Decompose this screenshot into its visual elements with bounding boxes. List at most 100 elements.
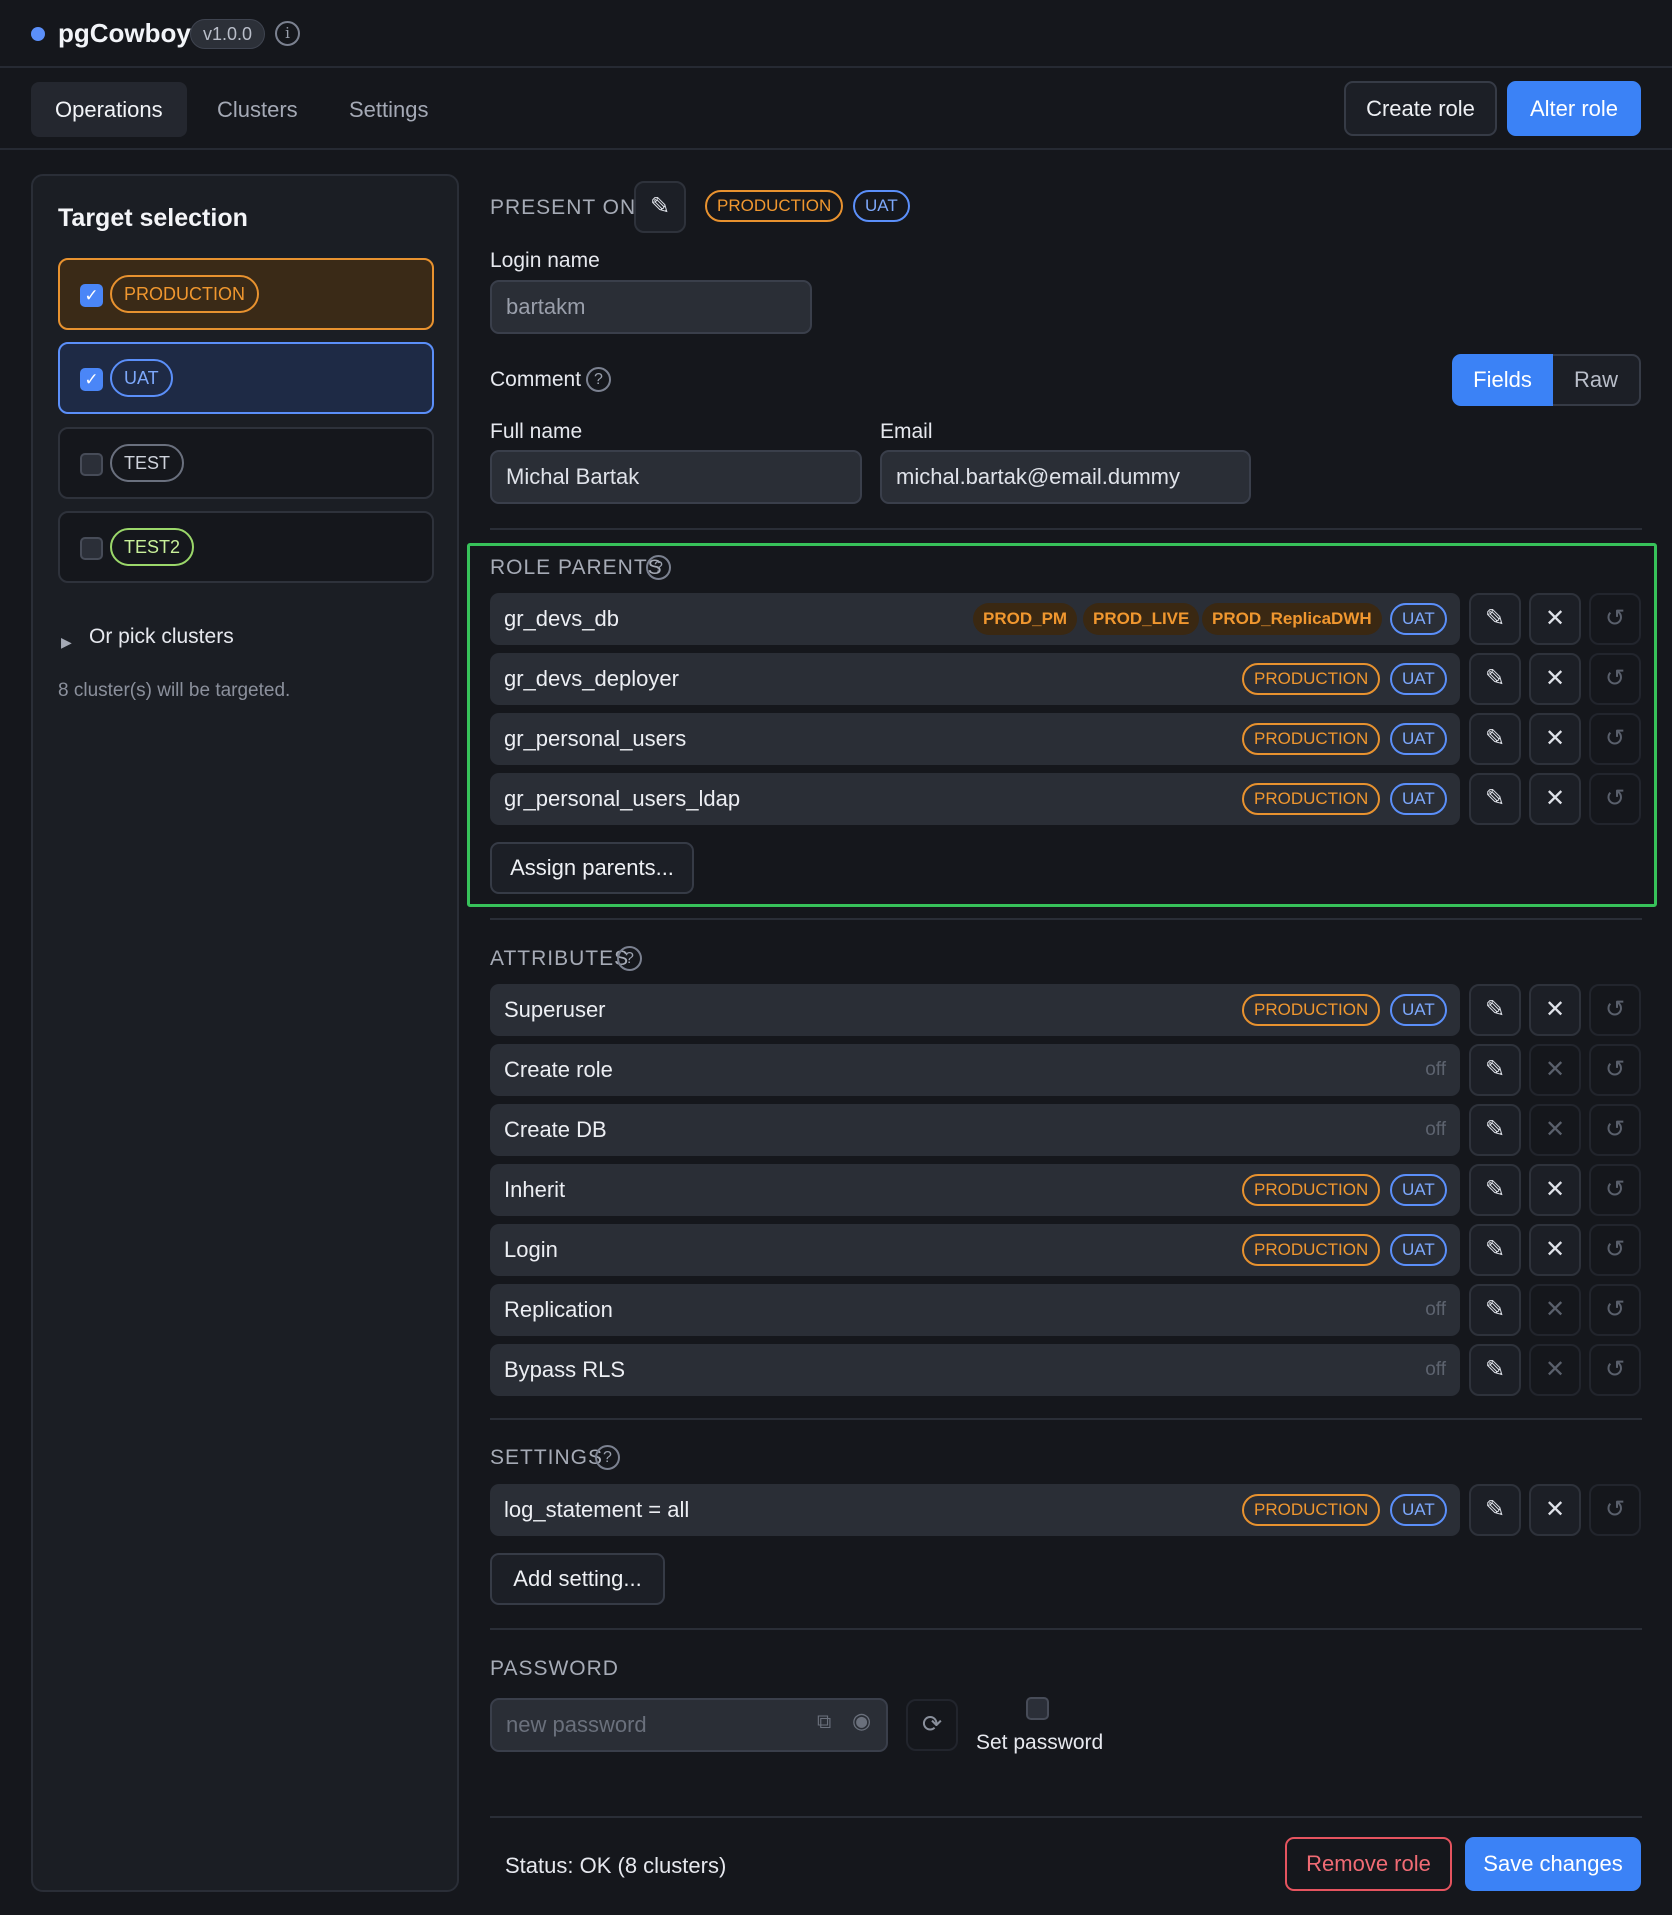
close-icon[interactable]: ✕ [1529,984,1581,1036]
full-name-label: Full name [490,420,583,443]
checkbox-checked-icon[interactable]: ✓ [80,284,103,307]
env-tag-uat: UAT [1390,663,1447,695]
comment-label: Comment [490,368,582,391]
target-card-test[interactable]: TEST [58,427,434,499]
pencil-icon[interactable]: ✎ [1469,1344,1521,1396]
email-label: Email [880,420,933,443]
assign-parents-button[interactable]: Assign parents... [490,842,694,894]
target-selection-panel: Target selection ✓ PRODUCTION ✓ UAT TEST… [31,174,459,1892]
undo-icon[interactable]: ↺ [1589,1164,1641,1216]
save-changes-button[interactable]: Save changes [1465,1837,1641,1891]
role-parent-name: gr_personal_users_ldap [504,786,741,811]
undo-icon[interactable]: ↺ [1589,773,1641,825]
attribute-row: Create role off [490,1044,1460,1096]
login-name-label: Login name [490,249,600,272]
env-tag-uat: UAT [1390,783,1447,815]
version-badge: v1.0.0 [190,19,266,49]
pencil-icon[interactable]: ✎ [1469,593,1521,645]
alter-role-button[interactable]: Alter role [1507,81,1641,136]
help-icon[interactable]: ? [646,555,671,580]
close-icon[interactable]: ✕ [1529,713,1581,765]
pick-clusters-toggle[interactable]: Or pick clusters [89,625,234,649]
undo-icon[interactable]: ↺ [1589,1224,1641,1276]
env-tag-uat: UAT [1390,1234,1447,1266]
email-field[interactable]: michal.bartak@email.dummy [880,450,1251,504]
copy-icon[interactable]: ⧉ [817,1710,839,1734]
divider [490,1418,1642,1420]
pencil-icon[interactable]: ✎ [1469,1484,1521,1536]
info-icon[interactable]: i [275,21,300,46]
create-role-button[interactable]: Create role [1344,81,1497,136]
pencil-icon[interactable]: ✎ [1469,653,1521,705]
undo-icon[interactable]: ↺ [1589,1344,1641,1396]
close-icon[interactable]: ✕ [1529,773,1581,825]
pencil-icon[interactable]: ✎ [1469,713,1521,765]
close-icon[interactable]: ✕ [1529,1224,1581,1276]
tab-operations[interactable]: Operations [31,82,187,137]
target-card-uat[interactable]: ✓ UAT [58,342,434,414]
status-text: Status: OK (8 clusters) [505,1853,727,1878]
pencil-icon[interactable]: ✎ [1469,773,1521,825]
undo-icon[interactable]: ↺ [1589,653,1641,705]
set-password-checkbox[interactable] [1026,1697,1049,1720]
env-tag-uat: UAT [1390,603,1447,635]
undo-icon[interactable]: ↺ [1589,1104,1641,1156]
add-setting-button[interactable]: Add setting... [490,1553,665,1605]
env-tag-uat: UAT [853,190,910,222]
targeted-count-text: 8 cluster(s) will be targeted. [58,680,291,701]
divider [490,1628,1642,1630]
role-parent-name: gr_devs_db [504,606,619,631]
pencil-icon[interactable]: ✎ [1469,1044,1521,1096]
divider [490,1816,1642,1818]
pencil-icon[interactable]: ✎ [1469,1224,1521,1276]
checkbox-icon[interactable] [80,453,103,476]
close-icon[interactable]: ✕ [1529,653,1581,705]
checkbox-checked-icon[interactable]: ✓ [80,368,103,391]
target-card-test2[interactable]: TEST2 [58,511,434,583]
app-name: pgCowboy [58,18,191,48]
env-tag-production: PRODUCTION [1242,994,1381,1026]
setting-row: log_statement = all PRODUCTION UAT [490,1484,1460,1536]
tab-settings[interactable]: Settings [325,82,453,137]
pencil-icon[interactable]: ✎ [1469,1284,1521,1336]
checkbox-icon[interactable] [80,537,103,560]
login-name-field[interactable]: bartakm [490,280,812,334]
undo-icon[interactable]: ↺ [1589,713,1641,765]
undo-icon[interactable]: ↺ [1589,1484,1641,1536]
undo-icon[interactable]: ↺ [1589,1044,1641,1096]
app-header: pgCowboy v1.0.0 i [0,0,1672,68]
attribute-name: Superuser [504,997,606,1022]
close-icon[interactable]: ✕ [1529,593,1581,645]
help-icon[interactable]: ? [586,367,611,392]
eye-icon[interactable]: ◉ [852,1708,878,1734]
full-name-field[interactable]: Michal Bartak [490,450,862,504]
target-card-production[interactable]: ✓ PRODUCTION [58,258,434,330]
undo-icon[interactable]: ↺ [1589,984,1641,1036]
attribute-state: off [1425,1059,1446,1080]
caret-right-icon[interactable]: ▶ [61,634,72,651]
tab-clusters[interactable]: Clusters [193,82,322,137]
status-dot-icon [31,27,45,41]
pencil-icon[interactable]: ✎ [1469,1104,1521,1156]
env-tag-uat: UAT [1390,994,1447,1026]
divider [490,918,1642,920]
raw-toggle-button[interactable]: Raw [1553,354,1641,406]
pencil-icon[interactable]: ✎ [634,181,686,233]
help-icon[interactable]: ? [595,1445,620,1470]
close-icon: ✕ [1529,1044,1581,1096]
env-tag-production: PRODUCTION [1242,723,1381,755]
remove-role-button[interactable]: Remove role [1285,1837,1452,1891]
pencil-icon[interactable]: ✎ [1469,984,1521,1036]
fields-toggle-button[interactable]: Fields [1452,354,1553,406]
close-icon[interactable]: ✕ [1529,1164,1581,1216]
undo-icon[interactable]: ↺ [1589,1284,1641,1336]
env-tag-uat: UAT [1390,1494,1447,1526]
close-icon: ✕ [1529,1104,1581,1156]
cluster-tag: PROD_ReplicaDWH [1202,603,1382,635]
help-icon[interactable]: ? [617,946,642,971]
main-nav: Operations Clusters Settings Create role… [0,70,1672,150]
undo-icon[interactable]: ↺ [1589,593,1641,645]
close-icon[interactable]: ✕ [1529,1484,1581,1536]
refresh-icon[interactable]: ⟳ [906,1699,958,1751]
pencil-icon[interactable]: ✎ [1469,1164,1521,1216]
